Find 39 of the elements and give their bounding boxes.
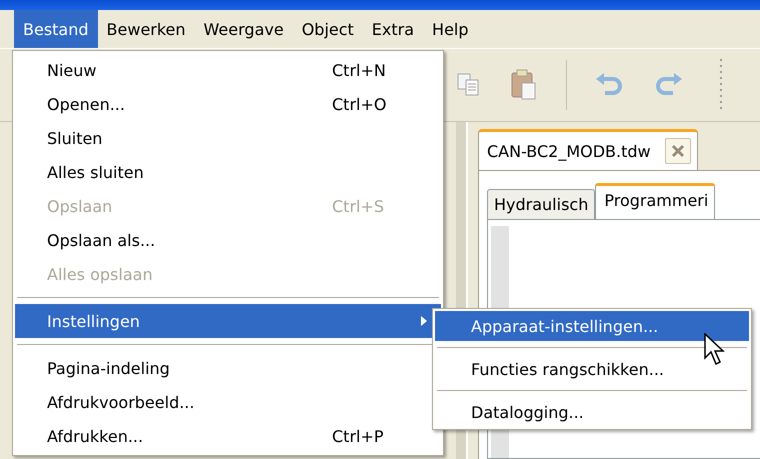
- menu-item-label: Pagina-indeling: [47, 358, 170, 378]
- menu-item-label: Openen...: [47, 94, 125, 114]
- close-icon[interactable]: [664, 138, 691, 164]
- redo-icon[interactable]: [653, 73, 683, 97]
- menu-bar-item[interactable]: Extra: [362, 10, 424, 48]
- menu-item-label: Opslaan als...: [47, 230, 156, 250]
- view-tab[interactable]: Hydraulisch: [487, 189, 596, 219]
- mouse-pointer-icon: [704, 333, 726, 367]
- shortcut-label: Ctrl+P: [332, 426, 384, 446]
- undo-icon[interactable]: [595, 73, 625, 97]
- menu-item-label: Alles sluiten: [47, 162, 144, 182]
- shortcut-label: Ctrl+N: [332, 60, 386, 80]
- shortcut-label: Ctrl+O: [332, 94, 386, 114]
- menu-item-label: Nieuw: [47, 60, 96, 80]
- document-tab[interactable]: CAN-BC2_MODB.tdw: [478, 129, 698, 170]
- menu-bar-item[interactable]: Bestand: [14, 10, 98, 48]
- menu-item-label: Sluiten: [47, 128, 102, 148]
- menu-bar-item[interactable]: Object: [292, 10, 363, 48]
- shortcut-label: Ctrl+S: [332, 196, 384, 216]
- menu-bar-item[interactable]: Weergave: [194, 10, 293, 48]
- menu-item[interactable]: Sluiten: [15, 121, 441, 155]
- paste-icon[interactable]: [510, 69, 538, 101]
- menu-item-label: Alles opslaan: [47, 264, 153, 284]
- menu-item[interactable]: Openen... Ctrl+O: [15, 87, 441, 121]
- submenu-arrow-icon: [421, 316, 427, 326]
- menu-item-label: Instellingen: [47, 312, 140, 330]
- menu-item[interactable]: Alles sluiten: [15, 155, 441, 189]
- menu-item[interactable]: Opslaan als...: [15, 223, 441, 257]
- menu-item[interactable]: Nieuw Ctrl+N: [15, 53, 441, 87]
- view-tab[interactable]: Programmeri: [595, 183, 716, 219]
- menu-item-label: Afdrukvoorbeeld...: [47, 392, 194, 412]
- menu-item[interactable]: Apparaat-instellingen...: [435, 311, 749, 341]
- menu-item[interactable]: Functies rangschikken...: [435, 354, 749, 384]
- menu-item-label: Opslaan: [47, 196, 112, 216]
- menu-bar-item[interactable]: Bewerken: [98, 10, 195, 48]
- menu-bar-item[interactable]: Help: [423, 10, 478, 48]
- document-tab-title: CAN-BC2_MODB.tdw: [487, 142, 651, 160]
- menu-item[interactable]: Instellingen: [15, 304, 441, 338]
- menu-item-label: Afdrukken...: [47, 426, 144, 446]
